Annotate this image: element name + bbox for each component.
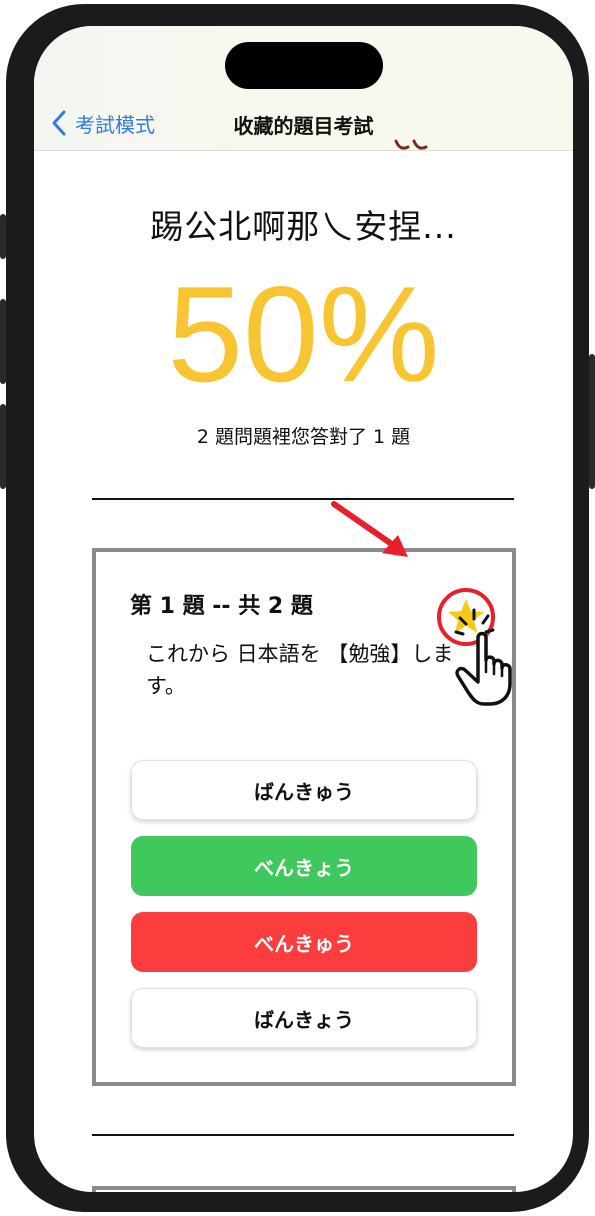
phone-side-button (0, 299, 6, 384)
answer-option[interactable]: ばんきゅう (131, 760, 477, 820)
phone-side-button (0, 404, 6, 489)
quiz-name: 踢公北啊那乀安捏... (150, 207, 457, 246)
next-question-card (92, 1186, 516, 1192)
answer-option-wrong[interactable]: べんきゅう (131, 912, 477, 972)
question-number: 第 1 題 -- 共 2 題 (130, 594, 313, 619)
decorative-scroll-edge (394, 139, 428, 150)
phone-side-button (0, 214, 6, 259)
score-summary: 2 題問題裡您答對了 1 題 (196, 426, 411, 448)
answer-option-label: ばんきゅう (254, 779, 354, 804)
hand-pointer-icon (454, 608, 512, 706)
question-text: これから 日本語を 【勉強】します。 (146, 642, 454, 698)
answer-option-label: ばんきょう (254, 1007, 354, 1032)
dynamic-island (225, 42, 383, 89)
page-title: 收藏的題目考試 (233, 114, 374, 138)
annotation-arrow-icon (331, 501, 408, 557)
score-percent: 50% (167, 258, 440, 410)
phone-side-button (589, 354, 595, 489)
answer-option-correct[interactable]: べんきょう (131, 836, 477, 896)
answer-option[interactable]: ばんきょう (131, 988, 477, 1048)
answer-option-label: べんきゅう (254, 931, 354, 956)
answer-option-label: べんきょう (254, 855, 354, 880)
divider (92, 1134, 514, 1136)
